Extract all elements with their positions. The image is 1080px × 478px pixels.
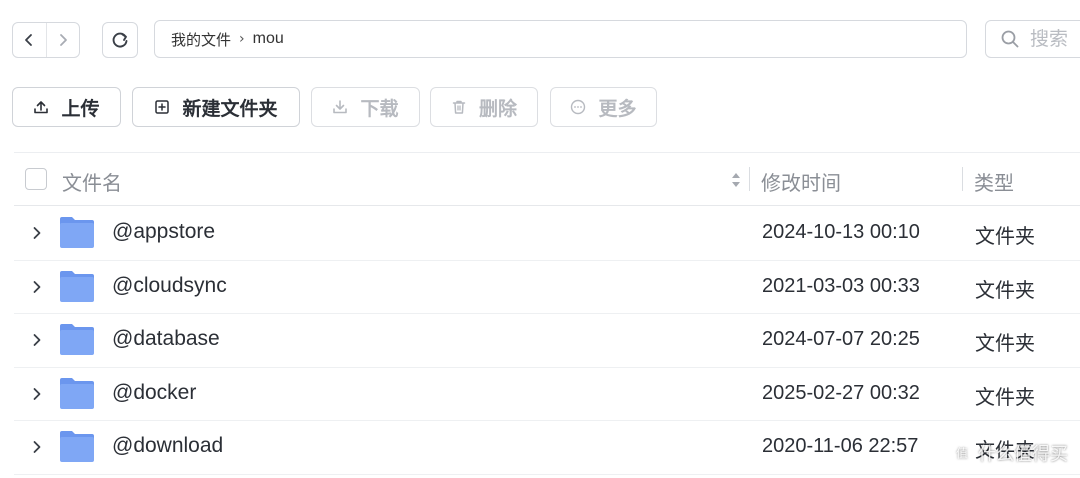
column-header-modified[interactable]: 修改时间 xyxy=(761,167,841,196)
refresh-button[interactable] xyxy=(102,22,138,58)
table-row[interactable]: @appstore 2024-10-13 00:10 文件夹 xyxy=(14,207,1080,261)
folder-icon xyxy=(60,270,94,302)
chevron-right-icon[interactable] xyxy=(31,440,43,454)
file-modified: 2021-03-03 00:33 xyxy=(762,274,920,297)
column-divider[interactable] xyxy=(749,167,750,191)
file-modified: 2020-11-06 22:57 xyxy=(762,435,919,457)
file-manager: 我的文件 › mou 上传 新建文件夹 下载 xyxy=(0,0,1080,478)
new-folder-label: 新建文件夹 xyxy=(182,97,278,120)
file-type: 文件夹 xyxy=(975,224,1035,248)
breadcrumb-root[interactable]: 我的文件 xyxy=(171,29,231,50)
chevron-right-icon xyxy=(59,34,67,46)
search-icon xyxy=(1001,30,1019,48)
file-modified: 2024-07-07 20:25 xyxy=(762,328,920,350)
file-modified: 2025-02-27 00:32 xyxy=(762,381,920,404)
more-label: 更多 xyxy=(598,97,637,120)
table-row[interactable]: @download 2020-11-06 22:57 文件夹 xyxy=(14,421,1080,475)
file-name[interactable]: @download xyxy=(112,434,223,458)
more-button[interactable]: 更多 xyxy=(550,87,657,127)
chevron-left-icon xyxy=(25,34,33,46)
upload-button[interactable]: 上传 xyxy=(12,87,121,127)
column-divider[interactable] xyxy=(962,167,963,191)
file-name[interactable]: @docker xyxy=(112,381,196,405)
trash-icon xyxy=(452,100,466,114)
file-modified: 2024-10-13 00:10 xyxy=(762,221,920,243)
folder-icon xyxy=(60,431,94,462)
breadcrumb-separator: › xyxy=(239,31,245,47)
breadcrumb-current: mou xyxy=(252,30,284,47)
address-bar[interactable]: 我的文件 › mou xyxy=(154,20,967,58)
table-row[interactable]: @database 2024-07-07 20:25 文件夹 xyxy=(14,314,1080,368)
download-label: 下载 xyxy=(360,97,399,120)
file-type: 文件夹 xyxy=(975,384,1035,409)
delete-button[interactable]: 删除 xyxy=(430,87,538,127)
new-folder-button[interactable]: 新建文件夹 xyxy=(132,87,300,127)
folder-icon xyxy=(60,217,94,248)
file-name[interactable]: @cloudsync xyxy=(112,274,227,298)
refresh-icon xyxy=(112,32,128,48)
new-folder-icon xyxy=(155,100,170,114)
file-name[interactable]: @appstore xyxy=(112,220,215,244)
chevron-right-icon[interactable] xyxy=(31,226,43,240)
chevron-right-icon[interactable] xyxy=(31,387,43,401)
history-nav xyxy=(12,22,80,58)
sort-icon[interactable] xyxy=(730,169,742,191)
folder-icon xyxy=(60,377,94,409)
table-header: 文件名 修改时间 类型 xyxy=(14,152,1080,206)
table-row[interactable]: @docker 2025-02-27 00:32 文件夹 xyxy=(14,368,1080,421)
file-type: 文件夹 xyxy=(975,277,1035,302)
more-icon xyxy=(571,99,586,115)
folder-icon xyxy=(60,324,94,355)
column-header-name[interactable]: 文件名 xyxy=(62,167,122,196)
select-all-checkbox[interactable] xyxy=(25,168,47,190)
file-name[interactable]: @database xyxy=(112,327,220,351)
file-list: @appstore 2024-10-13 00:10 文件夹 @cloudsyn… xyxy=(14,207,1080,475)
chevron-right-icon[interactable] xyxy=(31,333,43,347)
column-header-type[interactable]: 类型 xyxy=(974,167,1014,196)
forward-button[interactable] xyxy=(45,23,80,57)
back-button[interactable] xyxy=(13,23,46,57)
table-row[interactable]: @cloudsync 2021-03-03 00:33 文件夹 xyxy=(14,261,1080,314)
file-type: 文件夹 xyxy=(975,438,1035,462)
chevron-right-icon[interactable] xyxy=(31,280,43,294)
file-type: 文件夹 xyxy=(975,331,1035,355)
upload-icon xyxy=(34,101,49,114)
delete-label: 删除 xyxy=(478,97,517,120)
search-input[interactable] xyxy=(1030,28,1080,50)
search-box[interactable] xyxy=(985,20,1080,58)
download-icon xyxy=(333,100,348,114)
upload-label: 上传 xyxy=(61,97,100,120)
download-button[interactable]: 下载 xyxy=(311,87,420,127)
